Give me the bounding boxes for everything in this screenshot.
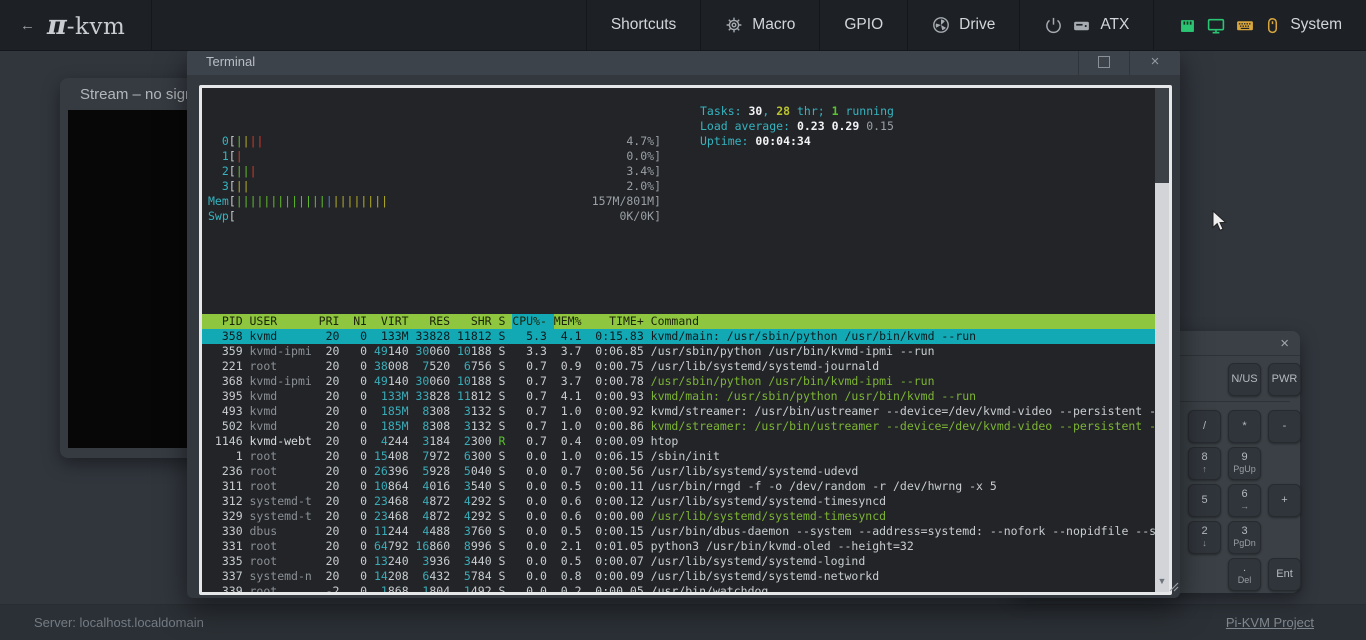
logo-text: π-kvm (47, 10, 125, 41)
htop-process-row: 331root 20 06479216860 8996S 0.0 2.1 0:0… (202, 539, 1155, 554)
nav-item-label: Macro (752, 16, 795, 34)
nav-item-macro[interactable]: Macro (700, 0, 819, 50)
nav-item-shortcuts[interactable]: Shortcuts (586, 0, 700, 50)
terminal-window: Terminal × 0[||||4.7%] 1[|0.0%] 2[|||3.4… (187, 48, 1180, 598)
nav-item-label: ATX (1100, 16, 1129, 34)
nav-menu: Shortcuts Macro GPIO (586, 0, 1366, 50)
terminal-window-titlebar[interactable]: Terminal × (187, 48, 1180, 75)
top-navbar: ← π-kvm Shortcuts Macro GPIO (0, 0, 1366, 51)
keypad-key-8[interactable]: 8↑ (1188, 447, 1221, 480)
keypad-key-[interactable]: - (1268, 410, 1301, 443)
htop-meter: 3[||2.0%] (202, 179, 661, 194)
app-logo[interactable]: ← π-kvm (0, 0, 152, 50)
maximize-icon (1098, 56, 1110, 68)
htop-process-row: 236root 20 026396 5928 5040S 0.0 0.7 0:0… (202, 464, 1155, 479)
keypad-key-nus[interactable]: N/US (1228, 363, 1261, 396)
monitor-icon (1206, 16, 1226, 35)
htop-process-row: 339root -2 0 1868 1804 1492S 0.0 0.2 0:0… (202, 584, 1155, 592)
resize-grip-icon[interactable] (1168, 579, 1179, 597)
scrollbar-thumb[interactable] (1155, 88, 1169, 183)
terminal-screen[interactable]: 0[||||4.7%] 1[|0.0%] 2[|||3.4%] 3[||2.0%… (202, 88, 1155, 592)
close-icon: × (1151, 54, 1160, 69)
htop-process-row: 330dbus 20 011244 4488 3760S 0.0 0.5 0:0… (202, 524, 1155, 539)
nav-item-atx[interactable]: ATX (1019, 0, 1153, 50)
htop-tasks-summary: Tasks: 30, 28 thr; 1 runningLoad average… (700, 104, 894, 149)
pikvm-project-link[interactable]: Pi-KVM Project (1226, 615, 1314, 630)
scroll-down-icon[interactable]: ▼ (1155, 577, 1169, 586)
htop-process-row: 359kvmd-ipmi 20 0491403006010188S 3.3 3.… (202, 344, 1155, 359)
nav-item-system[interactable]: System (1153, 0, 1366, 50)
nav-item-label: GPIO (844, 16, 883, 34)
keypad-key-[interactable]: + (1268, 484, 1301, 517)
htop-table-header: PIDUSER PRI NI VIRT RES SHRSCPU%-MEM% TI… (202, 314, 1155, 329)
htop-process-row: 335root 20 013240 3936 3440S 0.0 0.5 0:0… (202, 554, 1155, 569)
htop-process-row: 221root 20 038008 7520 6756S 0.7 0.9 0:0… (202, 359, 1155, 374)
keypad-key-[interactable]: / (1188, 410, 1221, 443)
htop-process-row: 337systemd-n 20 014208 6432 5784S 0.0 0.… (202, 569, 1155, 584)
keypad-key-3[interactable]: 3PgDn (1228, 521, 1261, 554)
htop-meter: 2[|||3.4%] (202, 164, 661, 179)
keyboard-icon (1235, 16, 1255, 35)
terminal-window-title: Terminal (187, 54, 255, 69)
server-label: Server: localhost.localdomain (34, 615, 204, 630)
nav-item-drive[interactable]: Drive (907, 0, 1019, 50)
keypad-key-[interactable]: * (1228, 410, 1261, 443)
htop-process-row: 358kvmd 20 0 133M3382811812S 5.3 4.1 0:1… (202, 329, 1155, 344)
htop-meter: 1[|0.0%] (202, 149, 661, 164)
htop-meter: Swp[0K/0K] (202, 209, 661, 224)
htop-process-row: 312systemd-t 20 023468 4872 4292S 0.0 0.… (202, 494, 1155, 509)
htop-process-row: 368kvmd-ipmi 20 0491403006010188S 0.7 3.… (202, 374, 1155, 389)
close-button[interactable]: × (1129, 48, 1180, 75)
htop-process-row: 395kvmd 20 0 133M3382811812S 0.7 4.1 0:0… (202, 389, 1155, 404)
htop-meter: 0[||||4.7%] (202, 134, 661, 149)
mouse-icon (1264, 16, 1281, 35)
mouse-cursor (1212, 210, 1228, 237)
back-arrow-icon[interactable]: ← (20, 17, 35, 34)
gear-icon (725, 16, 743, 34)
htop-output: 0[||||4.7%] 1[|0.0%] 2[|||3.4%] 3[||2.0%… (202, 88, 1155, 592)
fan-icon (932, 16, 950, 34)
htop-meter: Mem[||||||||||||||||||||||157M/801M] (202, 194, 661, 209)
nav-item-label: Shortcuts (611, 16, 676, 34)
htop-cpu-meters: 0[||||4.7%] 1[|0.0%] 2[|||3.4%] 3[||2.0%… (202, 134, 1155, 224)
close-icon[interactable]: × (1280, 336, 1289, 351)
htop-process-row: 493kvmd 20 0 185M 8308 3132S 0.7 1.0 0:0… (202, 404, 1155, 419)
nav-item-label: Drive (959, 16, 995, 34)
keypad-key-ent[interactable]: Ent (1268, 558, 1301, 591)
lan-icon (1178, 16, 1197, 35)
power-icon (1044, 16, 1063, 35)
htop-spacer (202, 269, 1155, 284)
keypad-key-5[interactable]: 5 (1188, 484, 1221, 517)
keypad-key-6[interactable]: 6→ (1228, 484, 1261, 517)
htop-process-row: 502kvmd 20 0 185M 8308 3132S 0.7 1.0 0:0… (202, 419, 1155, 434)
keypad-key-[interactable]: .Del (1228, 558, 1261, 591)
maximize-button[interactable] (1078, 48, 1129, 75)
keypad-key-pwr[interactable]: PWR (1268, 363, 1301, 396)
keypad-key-2[interactable]: 2↓ (1188, 521, 1221, 554)
disk-icon (1072, 16, 1091, 35)
htop-process-row: 311root 20 010864 4016 3540S 0.0 0.5 0:0… (202, 479, 1155, 494)
htop-process-row: 329systemd-t 20 023468 4872 4292S 0.0 0.… (202, 509, 1155, 524)
terminal-frame: 0[||||4.7%] 1[|0.0%] 2[|||3.4%] 3[||2.0%… (199, 85, 1172, 595)
nav-item-gpio[interactable]: GPIO (819, 0, 907, 50)
htop-process-row: 1146kvmd-webt 20 0 4244 3184 2300R 0.7 0… (202, 434, 1155, 449)
nav-item-label: System (1290, 16, 1342, 34)
keypad-key-9[interactable]: 9PgUp (1228, 447, 1261, 480)
terminal-scrollbar[interactable]: ▼ (1155, 88, 1169, 592)
htop-process-row: 1root 20 015408 7972 6300S 0.0 1.0 0:06.… (202, 449, 1155, 464)
bottom-status-bar: Server: localhost.localdomain Pi-KVM Pro… (0, 604, 1366, 640)
htop-process-table: PIDUSER PRI NI VIRT RES SHRSCPU%-MEM% TI… (202, 314, 1155, 592)
